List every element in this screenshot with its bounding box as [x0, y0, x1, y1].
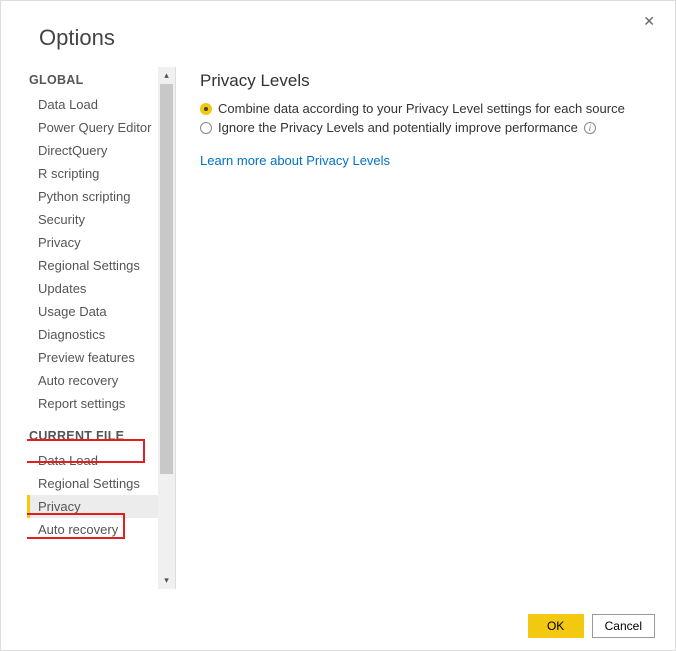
learn-more-link[interactable]: Learn more about Privacy Levels [200, 153, 655, 168]
radio-label: Ignore the Privacy Levels and potentiall… [218, 120, 578, 135]
dialog-title: Options [1, 1, 675, 59]
radio-ignore-privacy[interactable]: Ignore the Privacy Levels and potentiall… [200, 120, 655, 135]
nav-item-python-scripting[interactable]: Python scripting [27, 185, 159, 208]
options-dialog: ✕ Options GLOBAL Data Load Power Query E… [0, 0, 676, 651]
nav-section-global: GLOBAL [27, 67, 159, 93]
nav-item-directquery[interactable]: DirectQuery [27, 139, 159, 162]
close-icon[interactable]: ✕ [635, 9, 663, 34]
nav-item-power-query-editor[interactable]: Power Query Editor [27, 116, 159, 139]
nav-section-current-file: CURRENT FILE [27, 423, 159, 449]
sidebar-scrollbar[interactable]: ▴ ▾ [158, 67, 175, 589]
radio-label: Combine data according to your Privacy L… [218, 101, 625, 116]
nav-item-usage-data[interactable]: Usage Data [27, 300, 159, 323]
nav-item-security[interactable]: Security [27, 208, 159, 231]
cancel-button[interactable]: Cancel [592, 614, 655, 638]
radio-selected-icon[interactable] [200, 103, 212, 115]
radio-unselected-icon[interactable] [200, 122, 212, 134]
nav-item-global-auto-recovery[interactable]: Auto recovery [27, 369, 159, 392]
scroll-down-icon[interactable]: ▾ [158, 572, 175, 589]
nav-item-file-privacy[interactable]: Privacy [27, 495, 159, 518]
scroll-up-icon[interactable]: ▴ [158, 67, 175, 84]
nav-item-data-load[interactable]: Data Load [27, 93, 159, 116]
sidebar-wrap: GLOBAL Data Load Power Query Editor Dire… [27, 67, 175, 589]
dialog-body: GLOBAL Data Load Power Query Editor Dire… [1, 59, 675, 589]
content-panel: Privacy Levels Combine data according to… [194, 67, 655, 589]
content-heading: Privacy Levels [200, 71, 655, 91]
ok-button[interactable]: OK [528, 614, 584, 638]
info-icon[interactable]: i [584, 122, 596, 134]
nav-item-file-auto-recovery[interactable]: Auto recovery [27, 518, 159, 541]
dialog-footer: OK Cancel [528, 614, 655, 638]
nav-item-global-privacy[interactable]: Privacy [27, 231, 159, 254]
nav-item-updates[interactable]: Updates [27, 277, 159, 300]
scrollbar-thumb[interactable] [160, 84, 173, 474]
nav-item-report-settings[interactable]: Report settings [27, 392, 159, 415]
radio-combine-data[interactable]: Combine data according to your Privacy L… [200, 101, 655, 116]
nav-item-file-data-load[interactable]: Data Load [27, 449, 159, 472]
nav-item-file-regional-settings[interactable]: Regional Settings [27, 472, 159, 495]
nav-item-r-scripting[interactable]: R scripting [27, 162, 159, 185]
nav-item-diagnostics[interactable]: Diagnostics [27, 323, 159, 346]
nav-sidebar: GLOBAL Data Load Power Query Editor Dire… [27, 67, 159, 589]
nav-item-preview-features[interactable]: Preview features [27, 346, 159, 369]
vertical-divider [175, 67, 176, 589]
nav-item-global-regional-settings[interactable]: Regional Settings [27, 254, 159, 277]
